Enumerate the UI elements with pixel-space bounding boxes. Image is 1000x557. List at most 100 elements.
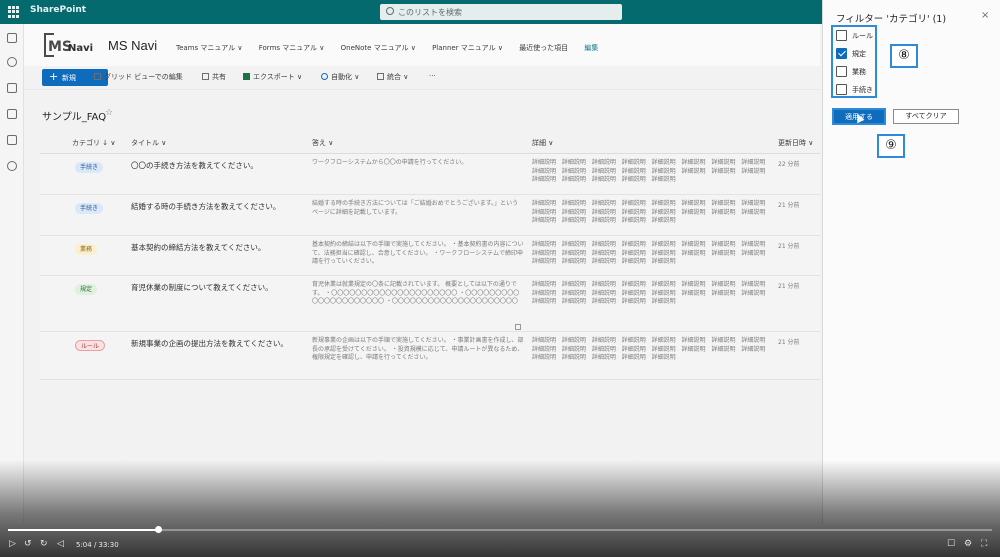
table-row[interactable]: 手続き 〇〇の手続き方法を教えてください。 ワークフローシステムから〇〇の申請を… <box>40 154 820 195</box>
fullscreen-icon[interactable]: ⛶ <box>981 539 987 549</box>
nav-teams-manual[interactable]: Teams マニュアル ∨ <box>176 43 243 53</box>
category-pill: 手続き <box>75 162 104 173</box>
site-title[interactable]: MS Navi <box>108 38 157 53</box>
column-header-category[interactable]: カテゴリ ↓ ∨ <box>72 138 115 148</box>
category-pill: ルール <box>75 340 106 351</box>
row-answer: 結婚する時の手続き方法については「ご結婚おめでとうございます。」というページに詳… <box>312 200 519 216</box>
row-detail: 詳細説明 詳細説明 詳細説明 詳細説明 詳細説明 詳細説明 詳細説明 詳細説明 … <box>532 159 766 183</box>
row-detail: 詳細説明 詳細説明 詳細説明 詳細説明 詳細説明 詳細説明 詳細説明 詳細説明 … <box>532 337 766 361</box>
flow-icon <box>321 73 328 80</box>
row-updated: 21 分前 <box>778 243 800 250</box>
volume-icon[interactable]: ◁ <box>57 539 64 549</box>
category-pill: 手続き <box>75 203 104 214</box>
excel-icon <box>243 73 250 80</box>
home-icon[interactable] <box>7 33 17 43</box>
row-updated: 21 分前 <box>778 339 800 346</box>
nav-recent[interactable]: 最近使った項目 <box>519 43 568 53</box>
column-header-updated[interactable]: 更新日時 ∨ <box>778 138 813 148</box>
nav-edit-link[interactable]: 編集 <box>584 43 598 53</box>
integrate-icon <box>377 73 384 80</box>
table-row[interactable]: 手続き 結婚する時の手続き方法を教えてください。 結婚する時の手続き方法について… <box>40 195 820 236</box>
share-button[interactable]: 共有 <box>202 72 226 82</box>
forward-10-icon[interactable]: ↻ <box>40 539 48 549</box>
option-label: 業務 <box>852 68 866 76</box>
step-8-badge: ⑧ <box>890 44 918 68</box>
video-progress-fill <box>8 529 158 531</box>
rewind-10-icon[interactable]: ↺ <box>24 539 32 549</box>
row-title[interactable]: 育児休業の制度について教えてください。 <box>131 282 273 293</box>
add-icon[interactable] <box>7 161 17 171</box>
row-title[interactable]: 基本契約の締結方法を教えてください。 <box>131 242 265 253</box>
favorite-star-icon[interactable]: ☆ <box>105 108 113 118</box>
column-header-detail[interactable]: 詳細 ∨ <box>532 138 553 148</box>
export-label: エクスポート ∨ <box>253 73 303 81</box>
plus-icon: + <box>49 70 59 83</box>
checkbox[interactable] <box>836 66 847 77</box>
share-label: 共有 <box>212 73 226 81</box>
grid-icon <box>94 73 101 80</box>
video-frame: { "suite": { "app_name": "SharePoint", "… <box>0 0 1000 557</box>
row-detail: 詳細説明 詳細説明 詳細説明 詳細説明 詳細説明 詳細説明 詳細説明 詳細説明 … <box>532 281 766 305</box>
close-icon[interactable]: × <box>981 10 989 21</box>
column-header-answer[interactable]: 答え ∨ <box>312 138 333 148</box>
table-row[interactable]: 業務 基本契約の締結方法を教えてください。 基本契約の締結は以下の手順で実施して… <box>40 236 820 276</box>
nav-forms-manual[interactable]: Forms マニュアル ∨ <box>259 43 325 53</box>
app-name[interactable]: SharePoint <box>30 5 86 15</box>
checkbox[interactable] <box>836 84 847 95</box>
integrate-button[interactable]: 統合 ∨ <box>377 72 408 82</box>
column-header-title[interactable]: タイトル ∨ <box>131 138 166 148</box>
table-row[interactable]: ルール 新規事業の企画の提出方法を教えてください。 新規事業の企画は以下の手順で… <box>40 332 820 380</box>
row-answer: ワークフローシステムから〇〇の申請を行ってください。 <box>312 159 468 166</box>
more-commands-button[interactable]: ··· <box>429 72 436 80</box>
category-pill: 業務 <box>75 244 98 255</box>
automate-button[interactable]: 自動化 ∨ <box>321 72 359 82</box>
row-answer: 新規事業の企画は以下の手順で実施してください。 ・事業計画書を作成し、部長の承認… <box>312 337 524 361</box>
search-icon <box>386 7 394 15</box>
row-updated: 21 分前 <box>778 283 800 290</box>
command-bar: + 新規 グリッド ビューでの編集 共有 エクスポート ∨ 自動化 ∨ 統合 ∨… <box>24 66 820 90</box>
nav-onenote-manual[interactable]: OneNote マニュアル ∨ <box>341 43 416 53</box>
video-progress-thumb[interactable] <box>154 526 162 533</box>
list-title: サンプル_FAQ <box>42 112 107 123</box>
filter-panel: フィルター 'カテゴリ' (1) × ルール 規定 業務 手続き 適用する すべ… <box>822 0 1000 524</box>
app-launcher-icon[interactable] <box>8 6 20 18</box>
step-9-badge: ⑨ <box>877 134 905 158</box>
news-icon[interactable] <box>7 83 17 93</box>
video-controls-shade <box>0 460 1000 557</box>
video-timecode: 5:04 / 33:30 <box>76 541 119 549</box>
export-button[interactable]: エクスポート ∨ <box>243 72 302 82</box>
checkbox[interactable] <box>836 30 847 41</box>
row-detail: 詳細説明 詳細説明 詳細説明 詳細説明 詳細説明 詳細説明 詳細説明 詳細説明 … <box>532 200 766 224</box>
settings-gear-icon[interactable]: ⚙ <box>964 539 972 549</box>
row-answer: 基本契約の締結は以下の手順で実施してください。 ・基本契約書の内容について、法務… <box>312 241 524 265</box>
option-label: 規定 <box>852 50 866 58</box>
play-icon[interactable]: ▷ <box>9 539 16 549</box>
globe-icon[interactable] <box>7 57 17 67</box>
filter-panel-title: フィルター 'カテゴリ' (1) <box>836 14 947 25</box>
list-icon[interactable] <box>7 135 17 145</box>
video-progress-bar[interactable] <box>8 526 992 533</box>
row-updated: 22 分前 <box>778 161 800 168</box>
share-icon <box>202 73 209 80</box>
open-link-icon[interactable] <box>515 324 521 330</box>
clear-all-button[interactable]: すべてクリア <box>893 109 959 124</box>
option-label: 手続き <box>852 86 873 94</box>
row-title[interactable]: 新規事業の企画の提出方法を教えてください。 <box>131 338 288 349</box>
grid-view-edit-button[interactable]: グリッド ビューでの編集 <box>94 72 183 82</box>
row-title[interactable]: 〇〇の手続き方法を教えてください。 <box>131 160 258 171</box>
nav-planner-manual[interactable]: Planner マニュアル ∨ <box>432 43 503 53</box>
document-icon[interactable] <box>7 109 17 119</box>
logo-navi-text: Navi <box>68 43 94 54</box>
row-title[interactable]: 結婚する時の手続き方法を教えてください。 <box>131 201 280 212</box>
option-label: ルール <box>852 32 873 40</box>
search-input[interactable]: このリストを検索 <box>380 4 622 20</box>
search-placeholder: このリストを検索 <box>398 8 462 17</box>
site-logo[interactable]: MS Navi <box>44 33 94 57</box>
left-app-rail <box>0 24 24 524</box>
grid-view-label: グリッド ビューでの編集 <box>104 73 183 81</box>
checkbox-checked[interactable] <box>836 48 847 59</box>
captions-icon[interactable]: ☐ <box>947 539 955 549</box>
table-row[interactable]: 規定 育児休業の制度について教えてください。 育児休業は就業規定の〇条に記載され… <box>40 276 820 332</box>
category-pill: 規定 <box>75 284 98 295</box>
row-answer: 育児休業は就業規定の〇条に記載されています。 概要としては以下の通りです。 ・〇… <box>312 281 520 305</box>
